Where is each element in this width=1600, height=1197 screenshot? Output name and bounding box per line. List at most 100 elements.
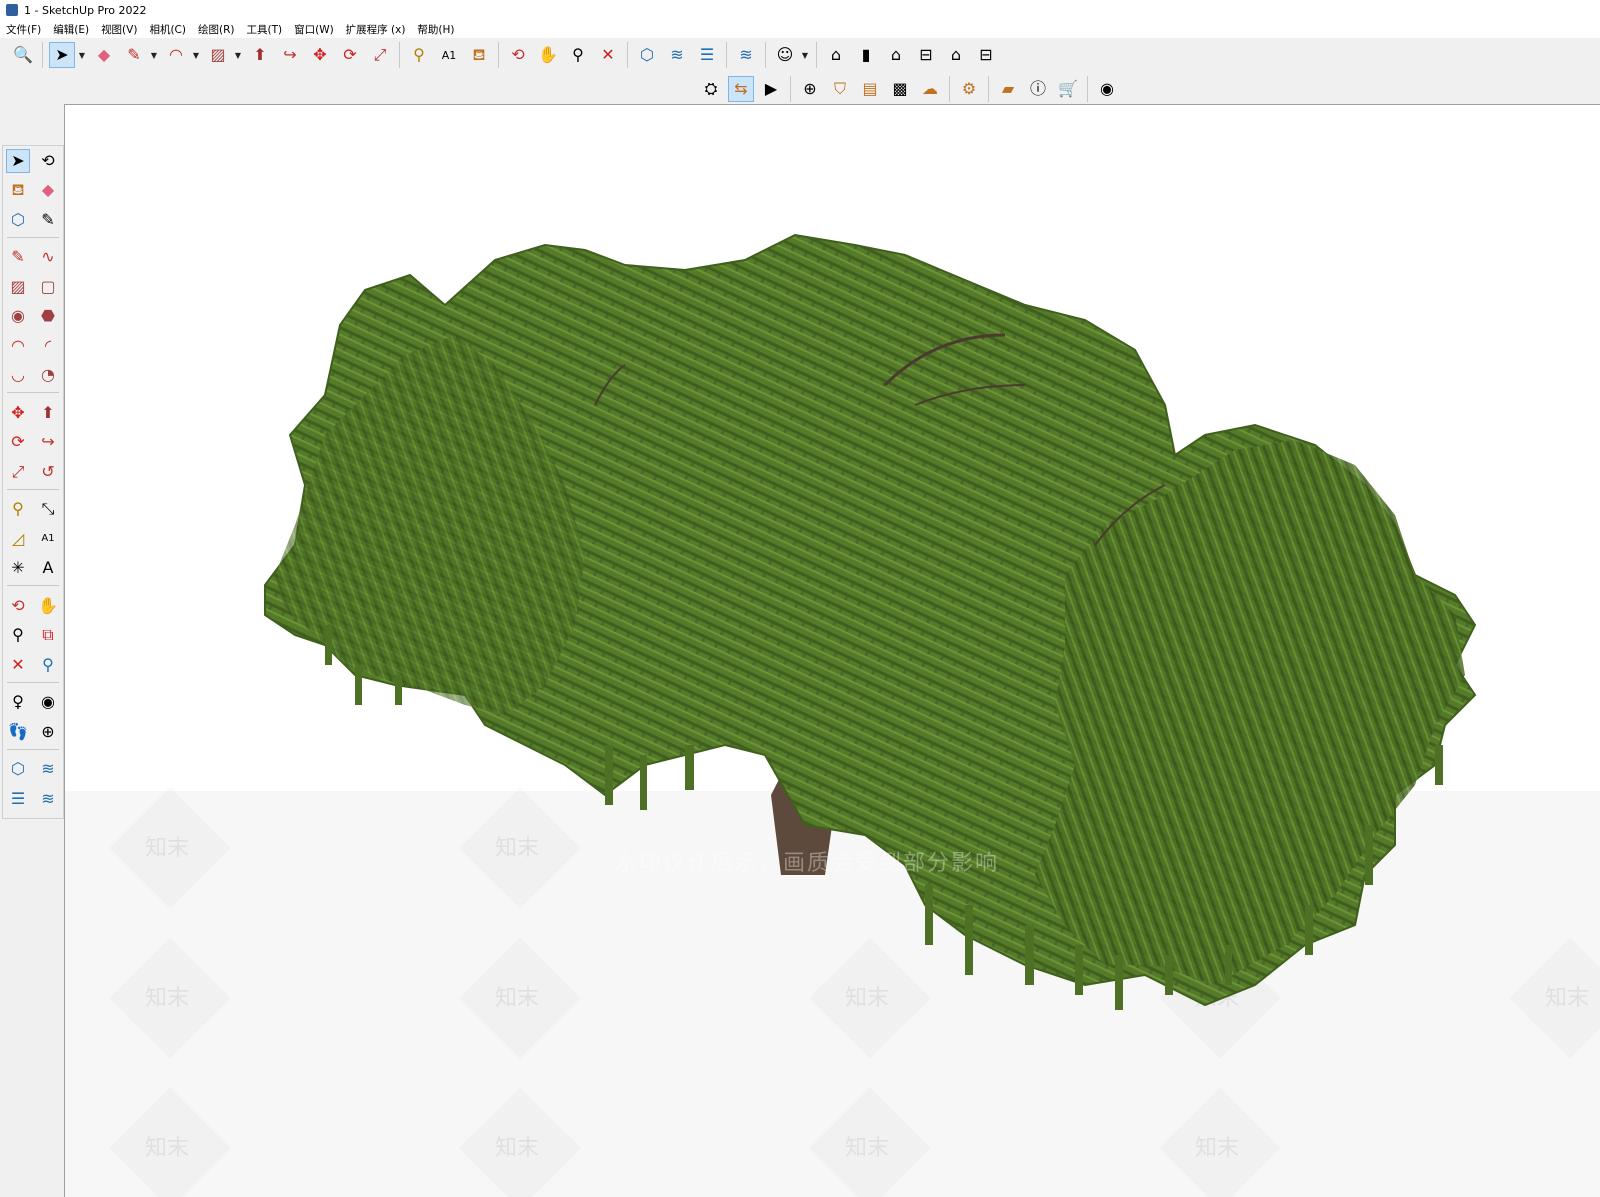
cloud-upload-icon[interactable]: ☁ (917, 76, 943, 102)
section-cut-icon[interactable]: ≋ (36, 787, 60, 811)
tag-icon[interactable]: ✎ (36, 208, 60, 232)
select-arrow-icon[interactable]: ➤ (6, 148, 30, 173)
outline-house-icon[interactable]: ⌂ (943, 42, 969, 68)
chevron-down-icon[interactable]: ▼ (149, 42, 159, 68)
weeping-willow-model[interactable] (65, 105, 1600, 1197)
axes-icon[interactable]: ✳ (6, 556, 30, 580)
shield-icon[interactable]: ⛉ (827, 76, 853, 102)
freehand-icon[interactable]: ∿ (36, 245, 60, 269)
orbit-select-icon[interactable]: ⟲ (36, 149, 60, 173)
eraser-icon[interactable]: ◆ (91, 42, 117, 68)
paint-bucket-icon[interactable]: ⛾ (6, 178, 30, 202)
three-point-arc-icon[interactable]: ◡ (6, 363, 30, 387)
component-icon[interactable]: ⬡ (634, 42, 660, 68)
account-icon[interactable]: ☺ (772, 42, 798, 68)
push-pull-icon[interactable]: ⬆ (247, 42, 273, 68)
scene-icon[interactable]: ▶ (758, 76, 784, 102)
chevron-down-icon[interactable]: ▼ (191, 42, 201, 68)
scale-icon[interactable]: ⤢ (367, 42, 393, 68)
search-icon[interactable]: 🔍 (10, 42, 36, 68)
orbit-icon[interactable]: ⟲ (505, 42, 531, 68)
zoom-extents-icon[interactable]: ✕ (595, 42, 621, 68)
house-icon[interactable]: ⌂ (883, 42, 909, 68)
previous-view-icon[interactable]: ⚲ (36, 653, 60, 677)
text-label-icon[interactable]: A1 (436, 42, 462, 68)
component-icon[interactable]: ⬡ (6, 757, 30, 781)
menu-file[interactable]: 文件(F) (0, 22, 47, 37)
push-pull-icon[interactable]: ⬆ (36, 401, 60, 425)
menu-edit[interactable]: 编辑(E) (47, 22, 95, 37)
chevron-down-icon[interactable]: ▼ (800, 42, 810, 68)
report-icon[interactable]: ▤ (857, 76, 883, 102)
menu-window[interactable]: 窗口(W) (288, 22, 340, 37)
add-circle-icon[interactable]: ⊕ (797, 76, 823, 102)
layers-icon[interactable]: ☰ (6, 787, 30, 811)
protractor-icon[interactable]: ◿ (6, 527, 30, 551)
arc-icon[interactable]: ◠ (163, 42, 189, 68)
chevron-down-icon[interactable]: ▼ (77, 42, 87, 68)
section-plane-icon[interactable]: ≋ (664, 42, 690, 68)
rotated-rectangle-icon[interactable]: ▢ (36, 275, 60, 299)
follow-me-icon[interactable]: ↪ (277, 42, 303, 68)
rotate-icon[interactable]: ⟳ (337, 42, 363, 68)
move-icon[interactable]: ✥ (307, 42, 333, 68)
rotate-icon[interactable]: ⟳ (6, 430, 30, 454)
arc-icon[interactable]: ◠ (6, 334, 30, 358)
cart-icon[interactable]: 🛒 (1055, 76, 1081, 102)
iso-view-icon[interactable]: ⌂ (823, 42, 849, 68)
gear-settings-icon[interactable]: ⚙ (956, 76, 982, 102)
menu-extensions[interactable]: 扩展程序 (x) (340, 22, 412, 37)
top-view-icon[interactable]: ⊟ (913, 42, 939, 68)
position-camera-icon[interactable]: ♀ (6, 690, 30, 714)
pencil-icon[interactable]: ✎ (6, 245, 30, 269)
user-circle-icon[interactable]: ◉ (1094, 76, 1120, 102)
dimension-icon[interactable]: ⤡ (36, 497, 60, 521)
pan-icon[interactable]: ✋ (535, 42, 561, 68)
zoom-icon[interactable]: ⚲ (565, 42, 591, 68)
rectangle-icon[interactable]: ▨ (6, 275, 30, 299)
3d-text-icon[interactable]: A (36, 556, 60, 580)
zoom-extents-icon[interactable]: ✕ (6, 653, 30, 677)
orbit-icon[interactable]: ⟲ (6, 594, 30, 618)
zoom-icon[interactable]: ⚲ (6, 623, 30, 647)
3d-warehouse-icon[interactable]: ⛭ (698, 76, 724, 102)
eraser-icon[interactable]: ◆ (36, 178, 60, 202)
checker-icon[interactable]: ▩ (887, 76, 913, 102)
circle-icon[interactable]: ◉ (6, 304, 30, 328)
select-arrow-icon[interactable]: ➤ (49, 42, 75, 68)
follow-me-icon[interactable]: ↪ (36, 430, 60, 454)
two-point-arc-icon[interactable]: ◜ (36, 334, 60, 358)
menu-view[interactable]: 视图(V) (95, 22, 143, 37)
section-display-icon[interactable]: ≋ (36, 757, 60, 781)
chevron-down-icon[interactable]: ▼ (233, 42, 243, 68)
polygon-icon[interactable]: ⬣ (36, 304, 60, 328)
tape-measure-icon[interactable]: ⚲ (6, 497, 30, 521)
component-icon[interactable]: ⬡ (6, 208, 30, 232)
model-viewport[interactable]: 知末 知末 知末 知末 知末 知末 知末 知末 知末 知末 知末 (64, 104, 1600, 1197)
pencil-icon[interactable]: ✎ (121, 42, 147, 68)
look-around-icon[interactable]: ◉ (36, 690, 60, 714)
tape-measure-icon[interactable]: ⚲ (406, 42, 432, 68)
info-icon[interactable]: ⓘ (1025, 76, 1051, 102)
style-icon[interactable]: ⇆ (728, 76, 754, 102)
zoom-window-icon[interactable]: ⧉ (36, 623, 60, 647)
rectangle-icon[interactable]: ▨ (205, 42, 231, 68)
side-view-icon[interactable]: ⊟ (973, 42, 999, 68)
move-icon[interactable]: ✥ (6, 401, 30, 425)
menu-draw[interactable]: 绘图(R) (192, 22, 241, 37)
paint-bucket-icon[interactable]: ⛾ (466, 42, 492, 68)
section-plane-icon[interactable]: ⊕ (36, 720, 60, 744)
menu-tools[interactable]: 工具(T) (240, 22, 288, 37)
menu-camera[interactable]: 相机(C) (143, 22, 192, 37)
scale-icon[interactable]: ⤢ (6, 460, 30, 484)
text-label-icon[interactable]: A1 (36, 527, 60, 551)
layers-icon[interactable]: ☰ (694, 42, 720, 68)
chat-icon[interactable]: ▰ (995, 76, 1021, 102)
section-display-icon[interactable]: ≋ (733, 42, 759, 68)
front-view-icon[interactable]: ▮ (853, 42, 879, 68)
menu-help[interactable]: 帮助(H) (411, 22, 460, 37)
pie-icon[interactable]: ◔ (36, 363, 60, 387)
offset-icon[interactable]: ↺ (36, 460, 60, 484)
walk-icon[interactable]: 👣 (6, 720, 30, 744)
pan-icon[interactable]: ✋ (36, 594, 60, 618)
